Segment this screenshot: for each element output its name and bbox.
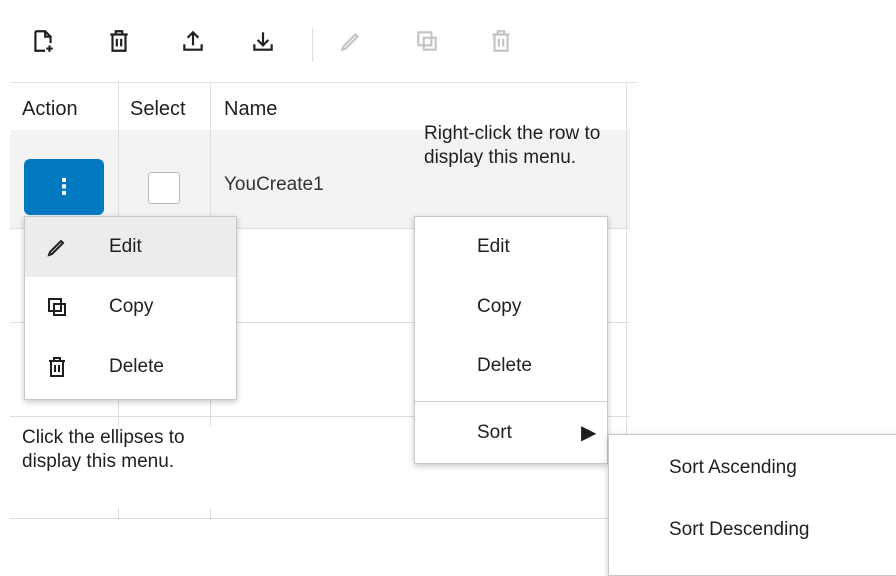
right-click-note: Right-click the row to display this menu…: [424, 123, 601, 168]
sort-submenu-label: Sort Ascending: [669, 457, 797, 478]
sort-submenu: Sort Ascending Sort Descending: [608, 434, 896, 576]
pencil-icon: [45, 235, 69, 259]
context-menu-item-sort[interactable]: Sort ▶: [415, 402, 607, 462]
action-menu-item-delete[interactable]: Delete: [25, 337, 236, 397]
action-menu-label: Delete: [109, 356, 164, 377]
create-icon[interactable]: [30, 28, 62, 60]
sort-ascending-item[interactable]: Sort Ascending: [609, 435, 896, 499]
row-name: YouCreate1: [224, 174, 324, 195]
copy-icon[interactable]: [414, 28, 446, 60]
upload-icon[interactable]: [180, 28, 212, 60]
sort-submenu-label: Sort Descending: [669, 519, 810, 540]
download-icon[interactable]: [250, 28, 282, 60]
column-header-select[interactable]: Select: [130, 98, 186, 121]
column-header-name[interactable]: Name: [224, 98, 277, 121]
copy-icon: [45, 295, 69, 319]
context-menu-label: Delete: [477, 355, 532, 376]
row-divider: [10, 518, 630, 519]
context-menu-label: Edit: [477, 236, 510, 257]
edit-icon[interactable]: [338, 28, 370, 60]
context-menu-label: Sort: [477, 422, 512, 443]
row-actions-button[interactable]: ⋮: [24, 159, 104, 215]
action-menu-item-copy[interactable]: Copy: [25, 277, 236, 337]
submenu-arrow-icon: ▶: [581, 422, 597, 444]
delete-icon[interactable]: [488, 28, 520, 60]
sort-descending-item[interactable]: Sort Descending: [609, 499, 896, 563]
toolbar-divider: [312, 28, 313, 62]
row-select-checkbox[interactable]: [148, 172, 180, 204]
toolbar: [10, 0, 638, 83]
context-menu-label: Copy: [477, 296, 522, 317]
ellipses-note: Click the ellipses to display this menu.: [22, 426, 218, 508]
context-menu: Edit Copy Delete Sort ▶: [414, 216, 608, 464]
action-menu-label: Copy: [109, 296, 154, 317]
context-menu-item-edit[interactable]: Edit: [415, 217, 607, 275]
column-header-action[interactable]: Action: [22, 98, 78, 121]
row-action-menu: Edit Copy Delete: [24, 216, 237, 400]
action-menu-item-edit[interactable]: Edit: [25, 217, 236, 277]
trash-icon: [45, 355, 69, 379]
context-menu-item-copy[interactable]: Copy: [415, 275, 607, 335]
context-menu-item-delete[interactable]: Delete: [415, 335, 607, 399]
action-menu-label: Edit: [109, 236, 142, 257]
delete-all-icon[interactable]: [106, 28, 138, 60]
